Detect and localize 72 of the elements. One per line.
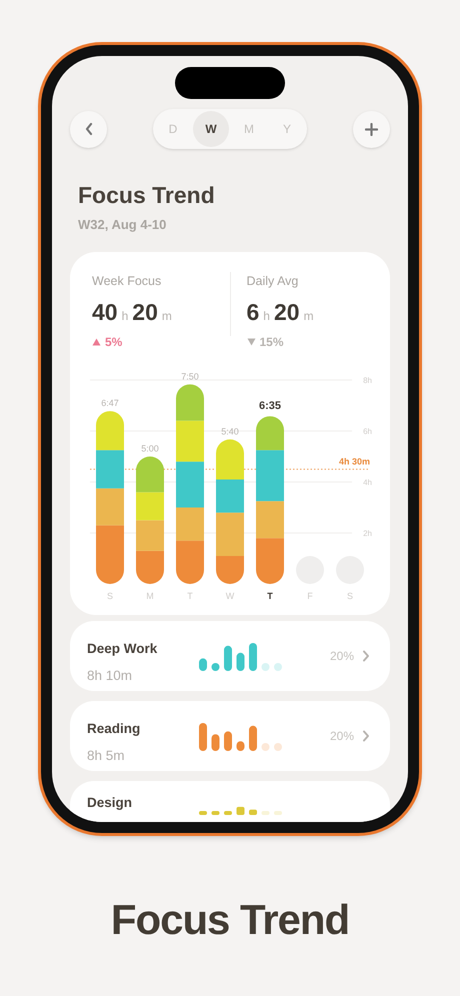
- bar-segment: [136, 520, 164, 552]
- reference-label: 4h 30m: [338, 456, 370, 466]
- sparkline-bar: [262, 811, 270, 816]
- chevron-right-icon: [362, 730, 370, 742]
- unit-label: m: [162, 308, 172, 325]
- stat-label: Daily Avg: [246, 273, 300, 290]
- plus-icon: [365, 122, 378, 136]
- stat-value: 20: [274, 298, 300, 327]
- bar-segment: [176, 384, 204, 422]
- sparkline-bar: [274, 811, 282, 816]
- change-percent: 15%: [260, 334, 284, 350]
- unit-label: h: [263, 308, 270, 325]
- bar-segment: [96, 450, 124, 489]
- category-share: 20%: [330, 728, 354, 746]
- sparkline-bar: [236, 652, 244, 671]
- stat-value: 20: [132, 298, 158, 327]
- sparkline-bar: [262, 742, 270, 751]
- day-label: T: [267, 592, 273, 602]
- category-row[interactable]: Deep Work 8h 10m 20%: [70, 621, 390, 692]
- sparkline-bar: [249, 726, 257, 751]
- category-name: Design: [87, 794, 134, 812]
- value-label: 5:00: [141, 444, 159, 454]
- page-title: Focus Trend: [78, 181, 216, 210]
- change-percent: 5%: [105, 334, 122, 350]
- unit-label: m: [304, 308, 314, 325]
- sparkline-bar: [212, 811, 220, 816]
- period-tab[interactable]: W: [193, 111, 229, 147]
- category-name: Reading: [87, 720, 142, 738]
- category-row[interactable]: Reading 8h 5m 20%: [70, 701, 390, 772]
- chevron-right-icon: [362, 650, 370, 662]
- bar-segment: [216, 480, 244, 513]
- sparkline-bar: [262, 662, 270, 671]
- sparkline-bar: [274, 742, 282, 751]
- unit-label: h: [122, 308, 128, 325]
- bar-segment: [136, 456, 164, 492]
- bar-segment: [96, 411, 124, 450]
- sparkline-bar: [249, 810, 257, 816]
- bar-segment: [136, 492, 164, 520]
- stat-value: 40: [92, 298, 118, 327]
- sparkline-bar: [224, 731, 232, 751]
- value-label: 5:40: [221, 426, 239, 437]
- back-button[interactable]: [70, 110, 107, 148]
- value-label: 6:47: [101, 398, 119, 408]
- bar-segment: [176, 462, 204, 508]
- sparkline-bar: [274, 662, 282, 671]
- category-time: 8h 10m: [87, 666, 134, 684]
- stat-label: Week Focus: [92, 273, 162, 290]
- category-row[interactable]: Design: [70, 781, 390, 822]
- category-time: 8h 5m: [87, 746, 126, 764]
- back-icon: [84, 122, 94, 136]
- bar-segment: [216, 440, 244, 480]
- sparkline-bar: [212, 734, 220, 751]
- sparkline-bar: [249, 642, 257, 671]
- bar-segment: [136, 551, 164, 584]
- bar-segment: [176, 508, 204, 541]
- bar-segment: [176, 540, 204, 584]
- sparkline-bar: [236, 740, 244, 751]
- category-name: Deep Work: [87, 640, 158, 658]
- sparkline-bar: [224, 646, 232, 671]
- bar-segment: [256, 501, 284, 538]
- bar-segment: [176, 421, 204, 462]
- sparkline-bar: [212, 662, 220, 671]
- sparkline-bar: [224, 811, 232, 816]
- stat-value: 6: [246, 298, 260, 327]
- date-range: W32, Aug 4-10: [78, 216, 168, 234]
- value-label: 6:35: [258, 400, 282, 412]
- add-button[interactable]: [353, 110, 390, 148]
- bar-segment: [256, 538, 284, 584]
- value-label: 7:50: [181, 372, 199, 382]
- caption-title: Focus Trend: [110, 895, 350, 945]
- category-share: 20%: [330, 648, 354, 666]
- sparkline-bar: [236, 807, 244, 816]
